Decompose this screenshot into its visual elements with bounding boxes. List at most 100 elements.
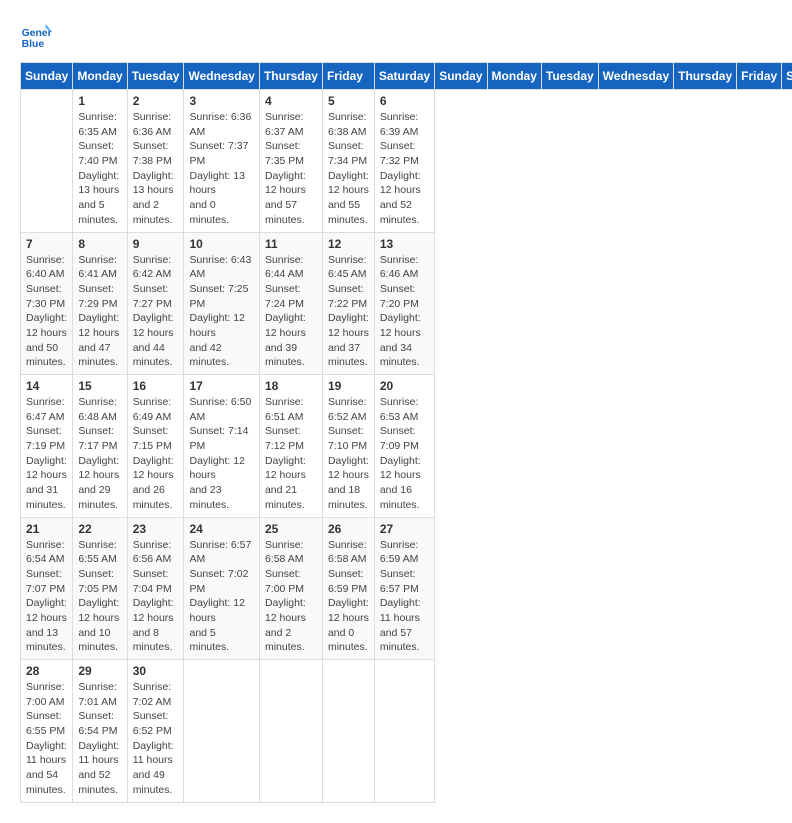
day-header-monday: Monday xyxy=(73,63,127,90)
calendar-week-row: 14 Sunrise: 6:47 AMSunset: 7:19 PMDayligh… xyxy=(21,375,792,518)
day-number: 4 xyxy=(265,94,317,108)
day-header-thursday: Thursday xyxy=(674,63,737,90)
day-info: Sunrise: 6:36 AMSunset: 7:37 PMDaylight:… xyxy=(189,110,253,228)
calendar-cell xyxy=(322,660,374,803)
day-number: 13 xyxy=(380,237,429,251)
day-info: Sunrise: 6:57 AMSunset: 7:02 PMDaylight:… xyxy=(189,538,253,656)
day-header-thursday: Thursday xyxy=(259,63,322,90)
day-info: Sunrise: 6:54 AMSunset: 7:07 PMDaylight:… xyxy=(26,538,67,656)
calendar-cell xyxy=(184,660,259,803)
calendar-cell: 4 Sunrise: 6:37 AMSunset: 7:35 PMDaylight… xyxy=(259,90,322,233)
day-number: 17 xyxy=(189,379,253,393)
day-info: Sunrise: 6:52 AMSunset: 7:10 PMDaylight:… xyxy=(328,395,369,513)
day-info: Sunrise: 6:41 AMSunset: 7:29 PMDaylight:… xyxy=(78,253,121,371)
day-number: 28 xyxy=(26,664,67,678)
day-header-friday: Friday xyxy=(322,63,374,90)
day-number: 10 xyxy=(189,237,253,251)
day-header-wednesday: Wednesday xyxy=(598,63,673,90)
calendar-cell: 16 Sunrise: 6:49 AMSunset: 7:15 PMDayligh… xyxy=(127,375,184,518)
calendar-cell: 8 Sunrise: 6:41 AMSunset: 7:29 PMDaylight… xyxy=(73,232,127,375)
svg-text:General: General xyxy=(22,28,52,39)
day-number: 16 xyxy=(133,379,179,393)
calendar-cell: 30 Sunrise: 7:02 AMSunset: 6:52 PMDayligh… xyxy=(127,660,184,803)
calendar-week-row: 28 Sunrise: 7:00 AMSunset: 6:55 PMDayligh… xyxy=(21,660,792,803)
svg-text:Blue: Blue xyxy=(22,39,45,50)
day-info: Sunrise: 6:45 AMSunset: 7:22 PMDaylight:… xyxy=(328,253,369,371)
day-info: Sunrise: 6:48 AMSunset: 7:17 PMDaylight:… xyxy=(78,395,121,513)
day-number: 26 xyxy=(328,522,369,536)
day-number: 6 xyxy=(380,94,429,108)
day-info: Sunrise: 6:50 AMSunset: 7:14 PMDaylight:… xyxy=(189,395,253,513)
day-number: 8 xyxy=(78,237,121,251)
day-info: Sunrise: 7:00 AMSunset: 6:55 PMDaylight:… xyxy=(26,680,67,798)
day-number: 18 xyxy=(265,379,317,393)
day-info: Sunrise: 6:43 AMSunset: 7:25 PMDaylight:… xyxy=(189,253,253,371)
day-number: 25 xyxy=(265,522,317,536)
day-number: 29 xyxy=(78,664,121,678)
day-info: Sunrise: 6:39 AMSunset: 7:32 PMDaylight:… xyxy=(380,110,429,228)
page-header: General Blue xyxy=(20,20,772,52)
day-info: Sunrise: 7:02 AMSunset: 6:52 PMDaylight:… xyxy=(133,680,179,798)
day-header-sunday: Sunday xyxy=(21,63,73,90)
day-number: 14 xyxy=(26,379,67,393)
calendar-cell: 23 Sunrise: 6:56 AMSunset: 7:04 PMDayligh… xyxy=(127,517,184,660)
day-info: Sunrise: 6:49 AMSunset: 7:15 PMDaylight:… xyxy=(133,395,179,513)
calendar-cell: 29Sunrise: 7:01 AMSunset: 6:54 PMDayligh… xyxy=(73,660,127,803)
day-info: Sunrise: 6:38 AMSunset: 7:34 PMDaylight:… xyxy=(328,110,369,228)
day-number: 5 xyxy=(328,94,369,108)
day-number: 30 xyxy=(133,664,179,678)
day-header-tuesday: Tuesday xyxy=(127,63,184,90)
calendar-cell: 3 Sunrise: 6:36 AMSunset: 7:37 PMDaylight… xyxy=(184,90,259,233)
day-header-saturday: Saturday xyxy=(374,63,434,90)
calendar-cell: 5 Sunrise: 6:38 AMSunset: 7:34 PMDaylight… xyxy=(322,90,374,233)
calendar-cell: 9Sunrise: 6:42 AMSunset: 7:27 PMDaylight… xyxy=(127,232,184,375)
calendar-cell: 22Sunrise: 6:55 AMSunset: 7:05 PMDayligh… xyxy=(73,517,127,660)
calendar-cell: 15 Sunrise: 6:48 AMSunset: 7:17 PMDayligh… xyxy=(73,375,127,518)
day-number: 12 xyxy=(328,237,369,251)
day-header-friday: Friday xyxy=(737,63,782,90)
day-info: Sunrise: 6:58 AMSunset: 7:00 PMDaylight:… xyxy=(265,538,317,656)
calendar-cell: 18 Sunrise: 6:51 AMSunset: 7:12 PMDayligh… xyxy=(259,375,322,518)
day-info: Sunrise: 6:47 AMSunset: 7:19 PMDaylight:… xyxy=(26,395,67,513)
day-number: 24 xyxy=(189,522,253,536)
day-info: Sunrise: 6:58 AMSunset: 6:59 PMDaylight:… xyxy=(328,538,369,656)
calendar-table: SundayMondayTuesdayWednesdayThursdayFrid… xyxy=(20,62,792,803)
day-info: Sunrise: 6:51 AMSunset: 7:12 PMDaylight:… xyxy=(265,395,317,513)
calendar-cell: 26 Sunrise: 6:58 AMSunset: 6:59 PMDayligh… xyxy=(322,517,374,660)
calendar-cell: 2 Sunrise: 6:36 AMSunset: 7:38 PMDaylight… xyxy=(127,90,184,233)
logo-icon: General Blue xyxy=(20,20,52,52)
day-number: 2 xyxy=(133,94,179,108)
calendar-cell: 11 Sunrise: 6:44 AMSunset: 7:24 PMDayligh… xyxy=(259,232,322,375)
logo: General Blue xyxy=(20,20,58,52)
calendar-cell: 6 Sunrise: 6:39 AMSunset: 7:32 PMDaylight… xyxy=(374,90,434,233)
day-header-monday: Monday xyxy=(487,63,541,90)
calendar-cell: 10 Sunrise: 6:43 AMSunset: 7:25 PMDayligh… xyxy=(184,232,259,375)
day-number: 23 xyxy=(133,522,179,536)
day-info: Sunrise: 6:40 AMSunset: 7:30 PMDaylight:… xyxy=(26,253,67,371)
day-info: Sunrise: 6:44 AMSunset: 7:24 PMDaylight:… xyxy=(265,253,317,371)
day-number: 7 xyxy=(26,237,67,251)
day-info: Sunrise: 6:37 AMSunset: 7:35 PMDaylight:… xyxy=(265,110,317,228)
day-header-wednesday: Wednesday xyxy=(184,63,259,90)
calendar-cell: 19 Sunrise: 6:52 AMSunset: 7:10 PMDayligh… xyxy=(322,375,374,518)
day-info: Sunrise: 6:56 AMSunset: 7:04 PMDaylight:… xyxy=(133,538,179,656)
day-number: 15 xyxy=(78,379,121,393)
day-info: Sunrise: 6:36 AMSunset: 7:38 PMDaylight:… xyxy=(133,110,179,228)
calendar-week-row: 21 Sunrise: 6:54 AMSunset: 7:07 PMDayligh… xyxy=(21,517,792,660)
calendar-cell xyxy=(374,660,434,803)
calendar-header-row: SundayMondayTuesdayWednesdayThursdayFrid… xyxy=(21,63,792,90)
day-number: 11 xyxy=(265,237,317,251)
day-info: Sunrise: 6:59 AMSunset: 6:57 PMDaylight:… xyxy=(380,538,429,656)
day-header-sunday: Sunday xyxy=(435,63,487,90)
calendar-cell: 27 Sunrise: 6:59 AMSunset: 6:57 PMDayligh… xyxy=(374,517,434,660)
day-number: 3 xyxy=(189,94,253,108)
day-number: 27 xyxy=(380,522,429,536)
calendar-cell: 25 Sunrise: 6:58 AMSunset: 7:00 PMDayligh… xyxy=(259,517,322,660)
calendar-cell: 20Sunrise: 6:53 AMSunset: 7:09 PMDayligh… xyxy=(374,375,434,518)
day-number: 19 xyxy=(328,379,369,393)
calendar-cell xyxy=(259,660,322,803)
calendar-week-row: 7 Sunrise: 6:40 AMSunset: 7:30 PMDaylight… xyxy=(21,232,792,375)
day-number: 9 xyxy=(133,237,179,251)
calendar-cell: 24 Sunrise: 6:57 AMSunset: 7:02 PMDayligh… xyxy=(184,517,259,660)
day-number: 21 xyxy=(26,522,67,536)
